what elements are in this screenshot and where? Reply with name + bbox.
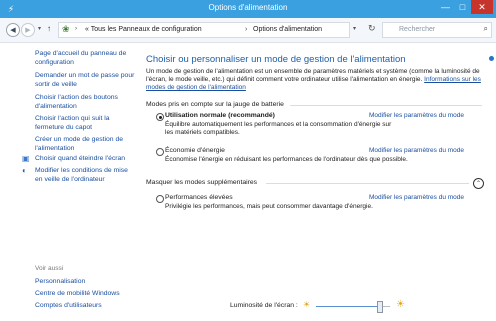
brightness-label: Luminosité de l'écran : (230, 302, 298, 309)
plan-name-high-performance[interactable]: Performances élevées (165, 194, 233, 201)
plan-desc-power-saver: Économise l'énergie en réduisant les per… (165, 156, 408, 163)
radio-high-performance[interactable] (156, 195, 164, 203)
change-settings-link-balanced[interactable]: Modifier les paramètres du mode (369, 112, 464, 119)
change-settings-link-high-performance[interactable]: Modifier les paramètres du mode (369, 194, 464, 201)
plan-name-balanced[interactable]: Utilisation normale (recommandé) (165, 112, 275, 119)
search-placeholder: Rechercher (399, 26, 436, 33)
breadcrumb-all-control-panel[interactable]: « Tous les Panneaux de configuration (85, 26, 202, 33)
forward-button[interactable]: ▶ (21, 23, 35, 37)
sidebar-link-mobility-center[interactable]: Centre de mobilité Windows (35, 290, 135, 299)
page-title: Choisir ou personnaliser un mode de gest… (146, 54, 406, 65)
sidebar-link-require-password[interactable]: Demander un mot de passe pour sortir de … (35, 72, 135, 89)
address-bar: ◀ ▶ ▾ ↑ ❀ › « Tous les Panneaux de confi… (0, 18, 496, 43)
maximize-button[interactable]: □ (454, 0, 471, 14)
brightness-high-icon: ☀ (396, 299, 405, 310)
see-also-heading: Voir aussi (35, 265, 64, 272)
close-button[interactable]: ✕ (471, 0, 493, 14)
main-content: Choisir ou personnaliser un mode de gest… (140, 43, 490, 321)
back-button[interactable]: ◀ (6, 23, 20, 37)
sidebar-link-control-panel-home[interactable]: Page d'accueil du panneau de configurati… (35, 50, 135, 67)
sidebar-link-sleep-settings[interactable]: Modifier les conditions de mise en veill… (35, 167, 135, 184)
section-divider (290, 105, 482, 106)
sidebar: Page d'accueil du panneau de configurati… (0, 43, 140, 321)
sidebar-link-lid-action[interactable]: Choisir l'action qui suit la fermeture d… (35, 115, 135, 132)
plan-desc-high-performance: Privilégie les performances, mais peut c… (165, 203, 373, 210)
breadcrumb-power-options[interactable]: Options d'alimentation (253, 26, 322, 33)
search-input[interactable]: Rechercher ⌕ (382, 22, 492, 38)
brightness-slider-thumb[interactable] (377, 301, 383, 313)
refresh-icon[interactable]: ↻ (368, 23, 376, 34)
monitor-icon: ▣ (22, 154, 30, 163)
brightness-slider-fill (316, 306, 379, 307)
section-battery-heading: Modes pris en compte sur la jauge de bat… (146, 101, 284, 108)
brightness-bar: Luminosité de l'écran : ☀ ☀ (140, 295, 490, 315)
plan-desc-balanced: Équilibre automatiquement les performanc… (165, 121, 392, 136)
brightness-slider[interactable] (316, 301, 390, 313)
address-dropdown[interactable]: ▾ (353, 25, 356, 32)
radio-balanced[interactable] (156, 113, 164, 121)
control-panel-icon: ❀ (62, 24, 70, 34)
search-icon[interactable]: ⌕ (484, 24, 488, 34)
sidebar-link-power-buttons[interactable]: Choisir l'action des boutons d'alimentat… (35, 94, 135, 111)
window-title: Options d'alimentation (208, 3, 288, 12)
sidebar-link-personalization[interactable]: Personnalisation (35, 278, 135, 287)
moon-icon: ◐ (22, 166, 27, 175)
sidebar-link-create-plan[interactable]: Créer un mode de gestion de l'alimentati… (35, 136, 135, 153)
recent-locations-dropdown[interactable]: ▾ (38, 25, 41, 32)
intro-text: Un mode de gestion de l'alimentation est… (146, 68, 481, 93)
sidebar-link-display-off[interactable]: Choisir quand éteindre l'écran (35, 155, 135, 164)
up-arrow-icon[interactable]: ↑ (47, 24, 51, 33)
change-settings-link-power-saver[interactable]: Modifier les paramètres du mode (369, 147, 464, 154)
brightness-low-icon: ☀ (303, 300, 311, 309)
collapse-chevron-up-icon[interactable]: ⌃ (473, 178, 484, 189)
radio-power-saver[interactable] (156, 148, 164, 156)
path-box[interactable]: ❀ › « Tous les Panneaux de configuration… (58, 22, 350, 38)
minimize-button[interactable]: — (437, 0, 454, 14)
title-bar: ⚡ Options d'alimentation — □ ✕ (0, 0, 496, 18)
breadcrumb-separator: › (245, 26, 248, 33)
plan-name-power-saver[interactable]: Économie d'énergie (165, 147, 225, 154)
section-more-heading[interactable]: Masquer les modes supplémentaires (146, 179, 257, 186)
section-divider (266, 183, 469, 184)
chevron-right-icon[interactable]: › (75, 26, 77, 32)
sidebar-link-user-accounts[interactable]: Comptes d'utilisateurs (35, 302, 135, 311)
